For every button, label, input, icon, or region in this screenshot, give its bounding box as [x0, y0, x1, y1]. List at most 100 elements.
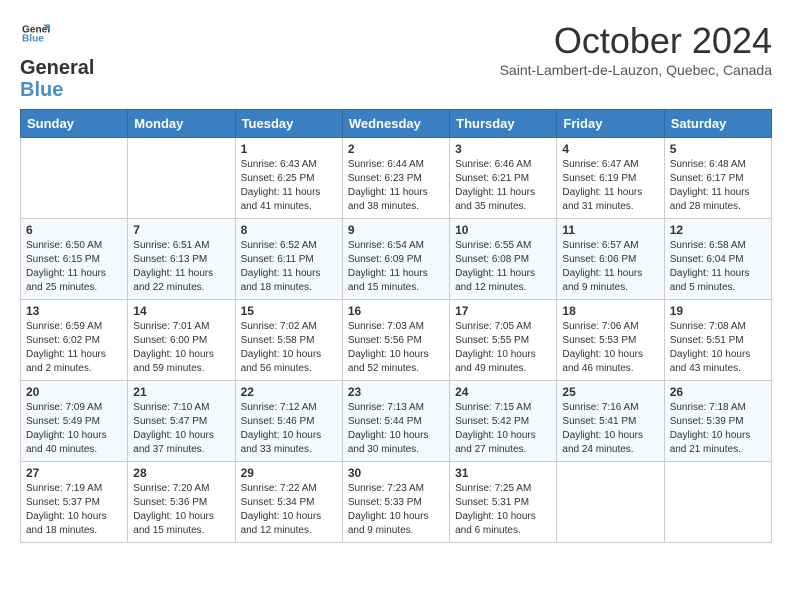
- calendar-week-row: 20Sunrise: 7:09 AM Sunset: 5:49 PM Dayli…: [21, 381, 772, 462]
- day-number: 14: [133, 304, 229, 318]
- calendar-day-cell: 10 Sunrise: 6:55 AM Sunset: 6:08 PM Dayli…: [450, 219, 557, 300]
- calendar-day-cell: 14 Sunrise: 7:01 AM Sunset: 6:00 PM Dayli…: [128, 300, 235, 381]
- calendar-day-cell: 26 Sunrise: 7:18 AM Sunset: 5:39 PM Dayli…: [664, 381, 771, 462]
- calendar-day-cell: 15 Sunrise: 7:02 AM Sunset: 5:58 PM Dayli…: [235, 300, 342, 381]
- calendar-day-cell: 5Sunrise: 6:48 AM Sunset: 6:17 PM Daylig…: [664, 138, 771, 219]
- weekday-header-row: SundayMondayTuesdayWednesdayThursdayFrid…: [21, 110, 772, 138]
- calendar-day-cell: 30 Sunrise: 7:23 AM Sunset: 5:33 PM Dayli…: [342, 462, 449, 543]
- day-number: 28: [133, 466, 229, 480]
- calendar-day-cell: 28 Sunrise: 7:20 AM Sunset: 5:36 PM Dayli…: [128, 462, 235, 543]
- day-number: 13: [26, 304, 122, 318]
- weekday-header-saturday: Saturday: [664, 110, 771, 138]
- calendar-day-cell: 3 Sunrise: 6:46 AM Sunset: 6:21 PM Daylig…: [450, 138, 557, 219]
- calendar-day-cell: 1 Sunrise: 6:43 AM Sunset: 6:25 PM Daylig…: [235, 138, 342, 219]
- day-info: Sunrise: 6:46 AM Sunset: 6:21 PM Dayligh…: [455, 158, 551, 214]
- calendar-day-cell: 17Sunrise: 7:05 AM Sunset: 5:55 PM Dayli…: [450, 300, 557, 381]
- day-number: 27: [26, 466, 122, 480]
- calendar-week-row: 6 Sunrise: 6:50 AM Sunset: 6:15 PM Daylig…: [21, 219, 772, 300]
- day-number: 16: [348, 304, 444, 318]
- day-info: Sunrise: 7:25 AM Sunset: 5:31 PM Dayligh…: [455, 482, 551, 538]
- location-subtitle: Saint-Lambert-de-Lauzon, Quebec, Canada: [500, 62, 772, 78]
- page-header: General Blue General Blue October 2024 S…: [20, 20, 772, 101]
- calendar-day-cell: 22 Sunrise: 7:12 AM Sunset: 5:46 PM Dayli…: [235, 381, 342, 462]
- day-number: 11: [562, 223, 658, 237]
- day-info: Sunrise: 7:20 AM Sunset: 5:36 PM Dayligh…: [133, 482, 229, 538]
- calendar-day-cell: 12Sunrise: 6:58 AM Sunset: 6:04 PM Dayli…: [664, 219, 771, 300]
- day-number: 21: [133, 385, 229, 399]
- calendar-day-cell: 6 Sunrise: 6:50 AM Sunset: 6:15 PM Daylig…: [21, 219, 128, 300]
- day-info: Sunrise: 7:03 AM Sunset: 5:56 PM Dayligh…: [348, 320, 444, 376]
- day-number: 22: [241, 385, 337, 399]
- day-number: 4: [562, 142, 658, 156]
- day-info: Sunrise: 6:52 AM Sunset: 6:11 PM Dayligh…: [241, 239, 337, 295]
- day-info: Sunrise: 6:50 AM Sunset: 6:15 PM Dayligh…: [26, 239, 122, 295]
- day-info: Sunrise: 6:51 AM Sunset: 6:13 PM Dayligh…: [133, 239, 229, 295]
- day-info: Sunrise: 6:57 AM Sunset: 6:06 PM Dayligh…: [562, 239, 658, 295]
- calendar-table: SundayMondayTuesdayWednesdayThursdayFrid…: [20, 109, 772, 543]
- day-info: Sunrise: 7:12 AM Sunset: 5:46 PM Dayligh…: [241, 401, 337, 457]
- day-info: Sunrise: 7:22 AM Sunset: 5:34 PM Dayligh…: [241, 482, 337, 538]
- day-number: 26: [670, 385, 766, 399]
- calendar-day-cell: [128, 138, 235, 219]
- calendar-day-cell: 4 Sunrise: 6:47 AM Sunset: 6:19 PM Daylig…: [557, 138, 664, 219]
- calendar-day-cell: 16 Sunrise: 7:03 AM Sunset: 5:56 PM Dayli…: [342, 300, 449, 381]
- day-number: 6: [26, 223, 122, 237]
- day-info: Sunrise: 6:47 AM Sunset: 6:19 PM Dayligh…: [562, 158, 658, 214]
- day-info: Sunrise: 7:06 AM Sunset: 5:53 PM Dayligh…: [562, 320, 658, 376]
- day-number: 15: [241, 304, 337, 318]
- calendar-day-cell: 24Sunrise: 7:15 AM Sunset: 5:42 PM Dayli…: [450, 381, 557, 462]
- day-number: 10: [455, 223, 551, 237]
- svg-text:Blue: Blue: [22, 33, 44, 44]
- calendar-week-row: 27Sunrise: 7:19 AM Sunset: 5:37 PM Dayli…: [21, 462, 772, 543]
- day-info: Sunrise: 7:23 AM Sunset: 5:33 PM Dayligh…: [348, 482, 444, 538]
- weekday-header-friday: Friday: [557, 110, 664, 138]
- day-number: 23: [348, 385, 444, 399]
- calendar-day-cell: [557, 462, 664, 543]
- day-number: 25: [562, 385, 658, 399]
- weekday-header-sunday: Sunday: [21, 110, 128, 138]
- calendar-day-cell: 23 Sunrise: 7:13 AM Sunset: 5:44 PM Dayli…: [342, 381, 449, 462]
- calendar-week-row: 1 Sunrise: 6:43 AM Sunset: 6:25 PM Daylig…: [21, 138, 772, 219]
- day-info: Sunrise: 6:59 AM Sunset: 6:02 PM Dayligh…: [26, 320, 122, 376]
- logo-area: General Blue General Blue: [20, 20, 94, 101]
- day-info: Sunrise: 7:13 AM Sunset: 5:44 PM Dayligh…: [348, 401, 444, 457]
- day-info: Sunrise: 7:18 AM Sunset: 5:39 PM Dayligh…: [670, 401, 766, 457]
- day-info: Sunrise: 6:55 AM Sunset: 6:08 PM Dayligh…: [455, 239, 551, 295]
- day-number: 7: [133, 223, 229, 237]
- day-info: Sunrise: 6:43 AM Sunset: 6:25 PM Dayligh…: [241, 158, 337, 214]
- calendar-day-cell: [664, 462, 771, 543]
- day-info: Sunrise: 7:08 AM Sunset: 5:51 PM Dayligh…: [670, 320, 766, 376]
- calendar-day-cell: [21, 138, 128, 219]
- day-info: Sunrise: 7:01 AM Sunset: 6:00 PM Dayligh…: [133, 320, 229, 376]
- day-number: 17: [455, 304, 551, 318]
- day-number: 1: [241, 142, 337, 156]
- day-info: Sunrise: 7:16 AM Sunset: 5:41 PM Dayligh…: [562, 401, 658, 457]
- logo-line1: General: [20, 57, 94, 79]
- day-info: Sunrise: 7:02 AM Sunset: 5:58 PM Dayligh…: [241, 320, 337, 376]
- day-info: Sunrise: 6:54 AM Sunset: 6:09 PM Dayligh…: [348, 239, 444, 295]
- calendar-day-cell: 13 Sunrise: 6:59 AM Sunset: 6:02 PM Dayli…: [21, 300, 128, 381]
- weekday-header-wednesday: Wednesday: [342, 110, 449, 138]
- day-number: 3: [455, 142, 551, 156]
- day-number: 12: [670, 223, 766, 237]
- day-number: 30: [348, 466, 444, 480]
- day-number: 19: [670, 304, 766, 318]
- day-info: Sunrise: 7:15 AM Sunset: 5:42 PM Dayligh…: [455, 401, 551, 457]
- day-info: Sunrise: 7:09 AM Sunset: 5:49 PM Dayligh…: [26, 401, 122, 457]
- calendar-day-cell: 20Sunrise: 7:09 AM Sunset: 5:49 PM Dayli…: [21, 381, 128, 462]
- title-area: October 2024 Saint-Lambert-de-Lauzon, Qu…: [500, 20, 772, 78]
- day-info: Sunrise: 6:44 AM Sunset: 6:23 PM Dayligh…: [348, 158, 444, 214]
- calendar-day-cell: 25 Sunrise: 7:16 AM Sunset: 5:41 PM Dayli…: [557, 381, 664, 462]
- day-info: Sunrise: 6:48 AM Sunset: 6:17 PM Dayligh…: [670, 158, 766, 214]
- calendar-day-cell: 2Sunrise: 6:44 AM Sunset: 6:23 PM Daylig…: [342, 138, 449, 219]
- calendar-day-cell: 11 Sunrise: 6:57 AM Sunset: 6:06 PM Dayli…: [557, 219, 664, 300]
- calendar-day-cell: 9Sunrise: 6:54 AM Sunset: 6:09 PM Daylig…: [342, 219, 449, 300]
- calendar-day-cell: 21 Sunrise: 7:10 AM Sunset: 5:47 PM Dayli…: [128, 381, 235, 462]
- day-number: 18: [562, 304, 658, 318]
- weekday-header-tuesday: Tuesday: [235, 110, 342, 138]
- calendar-day-cell: 8 Sunrise: 6:52 AM Sunset: 6:11 PM Daylig…: [235, 219, 342, 300]
- calendar-day-cell: 27Sunrise: 7:19 AM Sunset: 5:37 PM Dayli…: [21, 462, 128, 543]
- calendar-day-cell: 29Sunrise: 7:22 AM Sunset: 5:34 PM Dayli…: [235, 462, 342, 543]
- day-number: 8: [241, 223, 337, 237]
- day-info: Sunrise: 7:10 AM Sunset: 5:47 PM Dayligh…: [133, 401, 229, 457]
